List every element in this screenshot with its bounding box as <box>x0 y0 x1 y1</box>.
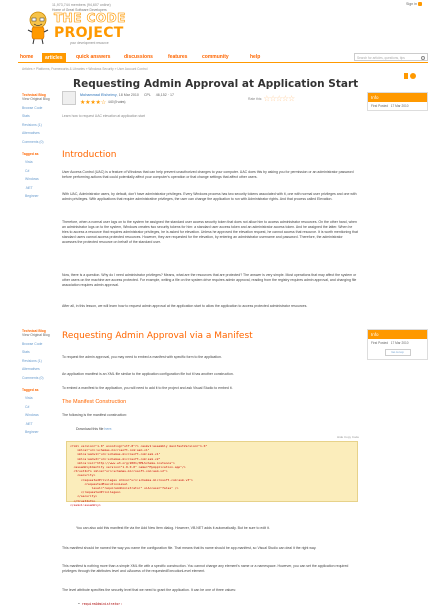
rate-this-widget[interactable]: Rate this: ☆☆☆☆☆ <box>248 94 295 104</box>
sign-in-link[interactable]: Sign in <box>406 2 422 7</box>
sidebar-link-comments[interactable]: Comments (0) <box>22 376 56 380</box>
info-heading: Info <box>368 330 427 339</box>
sidebar-link-stats[interactable]: Stats <box>22 350 56 354</box>
tagged-as-label: Tagged as <box>22 151 39 156</box>
mascot-logo-icon[interactable] <box>24 10 52 46</box>
after-code-paragraph: This manifest should be named the way yo… <box>62 546 317 550</box>
license-link[interactable]: CPL <box>144 93 151 97</box>
author-name[interactable]: Mohammad Elsheimy <box>80 93 117 97</box>
sidebar-subheading[interactable]: View Original Blog <box>22 97 56 101</box>
level-values-list: requireAdministrator: <box>78 602 122 606</box>
nav-discussions[interactable]: discussions <box>124 54 153 61</box>
sidebar-link-browse-code[interactable]: Browse Code <box>22 106 56 110</box>
nav-articles[interactable]: articles <box>42 53 66 62</box>
info-heading: Info <box>368 93 427 102</box>
nav-help[interactable]: help <box>250 54 260 61</box>
page: 11,973,744 members (94,607 online) Sign … <box>0 0 440 614</box>
tagged-as-label: Tagged as <box>22 387 39 392</box>
gear-icon[interactable] <box>410 73 416 79</box>
info-row: First Posted 17 Mar 2010 <box>371 104 409 108</box>
sidebar-link-alternatives[interactable]: Alternatives <box>22 367 56 371</box>
bookmark-icon[interactable] <box>404 73 408 79</box>
sidebar-link-stats[interactable]: Stats <box>22 114 56 118</box>
nav-features[interactable]: features <box>168 54 187 61</box>
section-introduction-heading: Introduction <box>62 150 117 160</box>
info-box-floating: Info First Posted 17 Mar 2010 Go to top <box>367 329 428 361</box>
left-sidebar-bottom: Technical Blog View Original Blog Browse… <box>22 329 56 434</box>
manifest-paragraph: An application manifest is an XML file s… <box>62 372 234 376</box>
download-line: Download this file here. <box>76 427 113 431</box>
article-tools <box>404 73 418 80</box>
info-box: Info First Posted 17 Mar 2010 <box>367 92 428 112</box>
rate-stars-icon: ☆☆☆☆☆ <box>263 94 295 103</box>
download-link[interactable]: here. <box>104 427 112 431</box>
breadcrumb: Articles » Platforms, Frameworks & Libra… <box>22 67 148 71</box>
after-code-paragraph: You can also add this manifest file via … <box>76 526 270 530</box>
author-line: Mohammad Elsheimy, 18 Mar 2010 CPL 46,15… <box>80 93 174 97</box>
sign-in-icon <box>418 2 422 7</box>
tag-link[interactable]: Windows <box>22 413 56 417</box>
after-code-paragraph: This manifest is nothing more than a sim… <box>62 564 349 573</box>
list-item: requireAdministrator: <box>78 602 122 606</box>
search-input[interactable]: Search for articles, questions, tips <box>354 53 428 61</box>
author-avatar[interactable] <box>62 91 76 105</box>
after-code-paragraph: The level attribute specifies the securi… <box>62 588 236 592</box>
tag-link[interactable]: Vista <box>22 396 56 400</box>
tag-link[interactable]: Vista <box>22 160 56 164</box>
tag-link[interactable]: .NET <box>22 422 56 426</box>
info-row: First Posted 17 Mar 2010 <box>371 341 409 345</box>
tag-link[interactable]: C# <box>22 169 56 173</box>
article-stats: 46,152 · 17 <box>155 93 174 97</box>
code-line: </asmv1:assembly> <box>70 502 101 507</box>
manifest-paragraph: To request the admin approval, you may n… <box>62 355 222 359</box>
tag-link[interactable]: .NET <box>22 186 56 190</box>
tag-link[interactable]: C# <box>22 405 56 409</box>
intro-paragraph: After all, in this lesson, we will learn… <box>62 304 308 308</box>
sidebar-link-comments[interactable]: Comments (0) <box>22 140 56 144</box>
manifest-paragraph: To embed a manifest to the application, … <box>62 386 233 390</box>
tag-link[interactable]: Windows <box>22 177 56 181</box>
sidebar-link-browse-code[interactable]: Browse Code <box>22 342 56 346</box>
main-nav: home articles quick answers discussions … <box>18 53 428 63</box>
sidebar-link-revisions[interactable]: Revisions (1) <box>22 123 56 127</box>
intro-paragraph: With UAC, Administrator users, by defaul… <box>62 192 357 201</box>
construction-paragraph: The following is the manifest constructi… <box>62 413 127 417</box>
article-summary: Learn how to request UAC elevation at ap… <box>62 114 145 118</box>
sidebar-link-alternatives[interactable]: Alternatives <box>22 131 56 135</box>
search-icon[interactable] <box>421 55 425 60</box>
article-date: 18 Mar 2010 <box>118 93 139 97</box>
tag-link[interactable]: Beginner <box>22 430 56 434</box>
nav-quick-answers[interactable]: quick answers <box>76 54 110 61</box>
site-logo[interactable]: THE CODE PROJECT your development resour… <box>54 11 126 45</box>
left-sidebar-top: Technical Blog View Original Blog Browse… <box>22 93 56 198</box>
intro-paragraph: Now, there is a question. Why do I need … <box>62 273 357 287</box>
masthead: Home of Great Software Developers THE CO… <box>0 8 440 50</box>
tag-link[interactable]: Beginner <box>22 194 56 198</box>
section-manifest-heading: Requesting Admin Approval via a Manifest <box>62 331 253 341</box>
nav-home[interactable]: home <box>20 54 33 61</box>
nav-community[interactable]: community <box>202 54 229 61</box>
members-count: 11,973,744 members (94,607 online) <box>52 3 111 7</box>
sidebar-subheading[interactable]: View Original Blog <box>22 333 56 337</box>
sidebar-link-revisions[interactable]: Revisions (1) <box>22 359 56 363</box>
rating-votes: 4.60 (5 votes) <box>107 100 126 105</box>
intro-paragraph: Therefore, when a normal user logs on to… <box>62 220 358 244</box>
go-to-top-button[interactable]: Go to top <box>384 349 411 357</box>
construction-heading: The Manifest Construction <box>62 399 127 405</box>
code-toolbar[interactable]: Hide Copy Code <box>67 435 359 440</box>
code-content: <?xml version="1.0" encoding="utf-8"?> <… <box>67 442 357 509</box>
code-block: Hide Copy Code <?xml version="1.0" encod… <box>66 435 359 507</box>
rating-stars: ★★★★☆ 4.60 (5 votes) <box>80 100 126 106</box>
intro-paragraph: User Access Control (UAC) is a feature o… <box>62 170 354 179</box>
article-title: Requesting Admin Approval at Application… <box>73 78 359 90</box>
